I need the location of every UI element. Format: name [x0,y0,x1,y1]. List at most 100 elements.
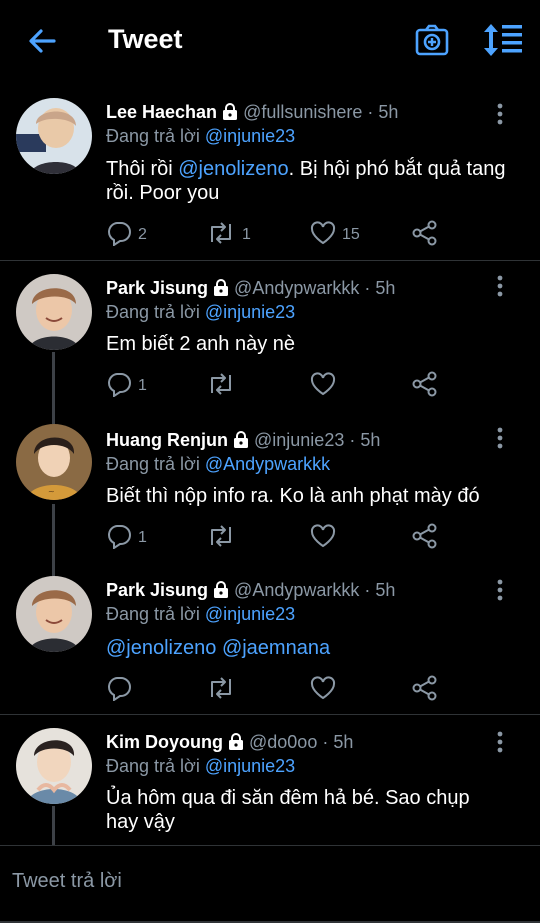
reply-button[interactable]: 1 [106,523,147,553]
tweet-header: Park Jisung @Andypwarkkk · 5h [106,278,395,301]
tweet-item[interactable]: Park Jisung @Andypwarkkk · 5h Đang trả lờ… [0,266,540,416]
share-button[interactable] [412,371,444,401]
sort-replies-icon[interactable] [482,22,524,58]
display-name[interactable]: Park Jisung [106,580,208,600]
lock-icon [212,580,230,603]
share-icon [412,220,444,251]
lock-icon [232,430,250,453]
replying-to: Đang trả lời @injunie23 [106,604,296,624]
share-button[interactable] [412,523,444,553]
share-button[interactable] [412,675,444,705]
like-button[interactable] [310,675,342,705]
svg-text:~: ~ [48,487,55,496]
like-button[interactable] [310,371,342,401]
tweet-item[interactable]: Kim Doyoung @do0oo · 5h Đang trả lời @inj… [0,720,540,845]
lock-icon [221,102,239,125]
tweet-header: Huang Renjun @injunie23 · 5h [106,430,380,453]
replying-to: Đang trả lời @injunie23 [106,302,296,322]
display-name[interactable]: Kim Doyoung [106,732,223,752]
avatar[interactable]: ~ [16,424,92,500]
share-icon [412,675,444,706]
tweet-text: Ủa hôm qua đi săn đêm hả bé. Sao chụp ha… [106,787,470,833]
tweet-header: Park Jisung @Andypwarkkk · 5h [106,580,395,603]
retweet-button[interactable]: 1 [206,220,251,250]
heart-icon [310,220,342,251]
more-options-icon[interactable] [490,274,510,298]
reply-icon [106,523,138,554]
replying-to: Đang trả lời @Andypwarkkk [106,454,331,474]
reply-icon [106,220,138,251]
reply-count: 2 [138,226,147,243]
more-options-icon[interactable] [490,578,510,602]
back-arrow-icon[interactable] [26,26,58,56]
heart-icon [310,675,342,706]
tweet-text: Thôi rồi @jenolizeno. Bị hội phó bắt quả… [106,158,506,204]
reply-to-mention[interactable]: @Andypwarkkk [205,454,330,474]
display-name[interactable]: Lee Haechan [106,102,217,122]
reply-to-mention[interactable]: @injunie23 [205,604,295,624]
share-button[interactable] [412,220,444,250]
tweet-text: @jenolizeno @jaemnana [106,636,516,660]
tweet-text: Em biết 2 anh này nè [106,333,296,355]
reply-to-mention[interactable]: @injunie23 [205,302,295,322]
more-options-icon[interactable] [490,102,510,126]
like-count: 15 [342,226,360,243]
display-name[interactable]: Park Jisung [106,278,208,298]
like-button[interactable] [310,523,342,553]
tweet-actions [106,675,456,705]
avatar[interactable] [16,728,92,804]
reply-composer[interactable]: Tweet trả lời [0,845,540,923]
more-options-icon[interactable] [490,426,510,450]
page-title: Tweet [108,24,183,54]
tweet-actions: 1 [106,371,456,401]
reply-icon [106,675,138,706]
replying-to: Đang trả lời @injunie23 [106,756,296,776]
tweet-header: Lee Haechan @fullsunishere · 5h [106,102,398,125]
heart-icon [310,371,342,402]
retweet-count: 1 [242,226,251,243]
reply-button[interactable]: 1 [106,371,147,401]
divider [0,714,540,715]
heart-icon [310,523,342,554]
reply-count: 1 [138,377,147,394]
retweet-icon [206,371,242,402]
mention-link[interactable]: @jaemnana [222,637,330,659]
retweet-icon [206,675,242,706]
tweet-actions: 1 [106,523,456,553]
top-bar: Tweet [0,0,540,82]
reply-button[interactable]: 2 [106,220,147,250]
reply-to-mention[interactable]: @injunie23 [205,756,295,776]
retweet-button[interactable] [206,675,242,705]
retweet-icon [206,220,242,251]
handle-time: @Andypwarkkk · 5h [234,580,396,600]
like-button[interactable]: 15 [310,220,360,250]
tweet-text: Biết thì nộp info ra. Ko là anh phạt mày… [106,485,480,507]
reply-to-mention[interactable]: @injunie23 [205,126,295,146]
retweet-button[interactable] [206,523,242,553]
more-options-icon[interactable] [490,730,510,754]
replying-to: Đang trả lời @injunie23 [106,126,296,146]
avatar[interactable] [16,98,92,174]
mention-link[interactable]: @jenolizeno [178,158,288,180]
retweet-button[interactable] [206,371,242,401]
camera-icon[interactable] [414,22,450,58]
avatar[interactable] [16,274,92,350]
tweet-item[interactable]: Lee Haechan @fullsunishere · 5h Đang trả … [0,90,540,260]
retweet-icon [206,523,242,554]
handle-time: @fullsunishere · 5h [243,102,399,122]
mention-link[interactable]: @jenolizeno [106,637,216,659]
lock-icon [212,278,230,301]
tweet-item[interactable]: Park Jisung @Andypwarkkk · 5h Đang trả lờ… [0,570,540,714]
reply-icon [106,371,138,402]
handle-time: @injunie23 · 5h [254,430,381,450]
reply-input[interactable]: Tweet trả lời [12,870,122,893]
tweet-item[interactable]: ~ Huang Renjun @injunie23 · 5h Đang trả l… [0,418,540,568]
share-icon [412,371,444,402]
tweet-actions: 2 1 15 [106,220,456,250]
avatar[interactable] [16,576,92,652]
divider [0,260,540,261]
handle-time: @do0oo · 5h [249,732,354,752]
reply-button[interactable] [106,675,138,705]
share-icon [412,523,444,554]
display-name[interactable]: Huang Renjun [106,430,228,450]
